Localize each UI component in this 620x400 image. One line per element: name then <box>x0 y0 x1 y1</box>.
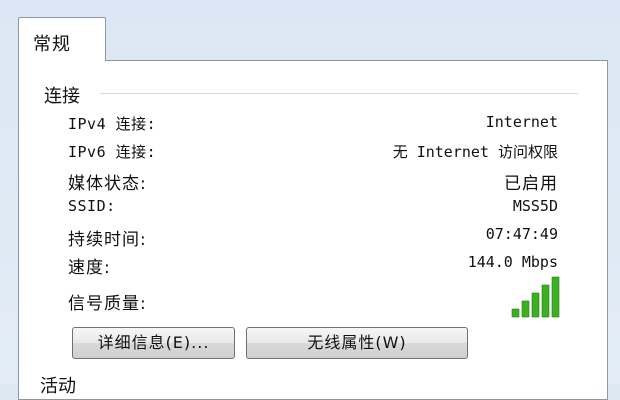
duration-label: 持续时间: <box>68 230 147 250</box>
signal-bar <box>521 300 530 318</box>
tab-general-label: 常规 <box>33 34 71 55</box>
duration-row: 持续时间: 07:47:49 <box>68 225 558 250</box>
activity-group-title: 活动 <box>40 376 76 397</box>
group-divider <box>100 93 578 94</box>
signal-bar <box>531 292 540 318</box>
signal-bar <box>511 308 520 318</box>
media-state-label: 媒体状态: <box>68 174 147 194</box>
ipv4-label: IPv4 连接: <box>68 115 157 133</box>
speed-row: 速度: 144.0 Mbps <box>68 253 558 278</box>
ipv6-value: 无 Internet 访问权限 <box>392 143 558 161</box>
ipv4-row: IPv4 连接: Internet <box>68 113 558 137</box>
speed-label: 速度: <box>68 258 111 278</box>
signal-quality-label: 信号质量: <box>68 294 147 314</box>
wireless-properties-button[interactable]: 无线属性(W) <box>246 327 468 359</box>
signal-bar <box>551 276 560 318</box>
details-button[interactable]: 详细信息(E)... <box>72 327 235 359</box>
ipv6-row: IPv6 连接: 无 Internet 访问权限 <box>68 141 558 165</box>
ssid-value: MSS5D <box>512 197 558 215</box>
ssid-row: SSID: MSS5D <box>68 197 558 221</box>
duration-value: 07:47:49 <box>485 225 558 243</box>
tab-general[interactable]: 常规 <box>18 17 106 61</box>
ipv6-label: IPv6 连接: <box>68 143 157 161</box>
signal-quality-row: 信号质量: <box>68 289 558 314</box>
ipv4-value: Internet <box>485 113 558 131</box>
media-state-row: 媒体状态: 已启用 <box>68 169 558 194</box>
signal-bar <box>541 284 550 318</box>
speed-value: 144.0 Mbps <box>467 253 558 271</box>
connection-group-title: 连接 <box>44 86 80 107</box>
ssid-label: SSID: <box>68 197 116 215</box>
signal-strength-icon <box>511 276 560 318</box>
media-state-value: 已启用 <box>504 174 558 194</box>
